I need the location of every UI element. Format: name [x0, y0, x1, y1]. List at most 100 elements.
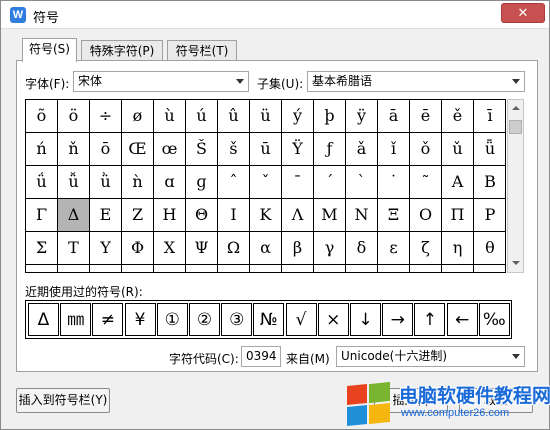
symbol-cell[interactable]: ǘ [26, 166, 58, 199]
symbol-cell[interactable] [186, 265, 218, 272]
symbol-cell[interactable]: ǔ [442, 133, 474, 166]
symbol-cell[interactable]: Ρ [474, 199, 505, 232]
recent-symbol-cell[interactable]: № [253, 303, 285, 336]
symbol-cell[interactable]: ǹ [122, 166, 154, 199]
symbol-cell[interactable]: Œ [122, 133, 154, 166]
recent-symbol-cell[interactable]: ③ [221, 303, 253, 336]
recent-symbol-cell[interactable]: ↑ [414, 303, 446, 336]
recent-symbol-cell[interactable]: ② [189, 303, 220, 336]
symbol-cell[interactable]: ƒ [314, 133, 346, 166]
symbol-cell[interactable]: ī [474, 100, 505, 133]
symbol-cell[interactable]: Σ [26, 232, 58, 265]
symbol-cell[interactable]: ň [58, 133, 90, 166]
symbol-cell[interactable]: Ι [218, 199, 250, 232]
font-dropdown[interactable]: 宋体 [73, 71, 249, 92]
symbol-cell[interactable] [122, 265, 154, 272]
symbol-cell[interactable] [154, 265, 186, 272]
symbol-cell[interactable]: ˉ [282, 166, 314, 199]
symbol-cell[interactable]: ÷ [90, 100, 122, 133]
symbol-cell[interactable]: ā [378, 100, 410, 133]
symbol-cell[interactable]: ˙ [378, 166, 410, 199]
symbol-cell[interactable]: Κ [250, 199, 282, 232]
recent-symbol-cell[interactable]: ≠ [92, 303, 124, 336]
symbol-cell[interactable]: Ο [410, 199, 442, 232]
recent-symbol-cell[interactable]: ← [446, 303, 478, 336]
symbol-cell[interactable]: θ [474, 232, 505, 265]
symbol-cell[interactable]: β [282, 232, 314, 265]
symbol-cell[interactable]: Η [154, 199, 186, 232]
symbol-cell[interactable] [250, 265, 282, 272]
symbol-cell[interactable]: Ν [346, 199, 378, 232]
subset-dropdown[interactable]: 基本希腊语 [307, 71, 525, 92]
symbol-cell[interactable]: ö [58, 100, 90, 133]
symbol-cell[interactable] [378, 265, 410, 272]
symbol-cell[interactable]: ˇ [250, 166, 282, 199]
symbol-cell[interactable]: γ [314, 232, 346, 265]
symbol-cell[interactable]: ē [410, 100, 442, 133]
symbol-cell[interactable]: Θ [186, 199, 218, 232]
symbol-cell[interactable]: Υ [90, 232, 122, 265]
symbol-cell[interactable]: Š [186, 133, 218, 166]
symbol-cell[interactable]: ō [90, 133, 122, 166]
symbol-cell[interactable]: Β [474, 166, 505, 199]
symbol-cell[interactable]: Γ [26, 199, 58, 232]
symbol-cell[interactable]: η [442, 232, 474, 265]
symbol-cell[interactable]: α [250, 232, 282, 265]
encoding-dropdown[interactable]: Unicode(十六进制) [336, 346, 525, 367]
symbol-cell[interactable]: ˋ [346, 166, 378, 199]
symbol-cell[interactable]: Χ [154, 232, 186, 265]
recent-symbol-cell[interactable]: ¥ [124, 303, 156, 336]
symbol-cell[interactable] [314, 265, 346, 272]
symbol-cell[interactable]: Ω [218, 232, 250, 265]
symbol-cell[interactable]: ˜ [410, 166, 442, 199]
char-code-input[interactable]: 0394 [241, 346, 281, 367]
symbol-cell[interactable]: þ [314, 100, 346, 133]
symbol-grid[interactable]: õ ö ÷ ø ù ú û ü ý þ ÿ ā ē ě ī ń ň ō Œœ Šš ū Ÿƒ ǎ ǐ ǒ ǔ ǖ ǘ ǚ ǜ ǹ ɑ ɡ ˆ ˇ ˉ ˊ… [25, 99, 506, 273]
symbol-cell[interactable]: Ξ [378, 199, 410, 232]
symbol-cell[interactable]: û [218, 100, 250, 133]
recent-symbol-cell[interactable]: ‰ [478, 303, 510, 336]
symbol-cell[interactable]: ÿ [346, 100, 378, 133]
symbol-cell[interactable]: ǖ [474, 133, 505, 166]
symbol-cell[interactable] [26, 265, 58, 272]
recent-symbol-cell[interactable]: × [317, 303, 349, 336]
symbol-cell[interactable]: ˆ [218, 166, 250, 199]
symbol-cell[interactable]: ζ [410, 232, 442, 265]
symbol-cell[interactable] [346, 265, 378, 272]
symbol-cell[interactable] [90, 265, 122, 272]
symbol-cell[interactable]: ü [250, 100, 282, 133]
scroll-down-icon[interactable] [508, 255, 523, 272]
recent-symbol-cell[interactable]: → [382, 303, 414, 336]
symbol-cell[interactable]: Π [442, 199, 474, 232]
symbol-cell[interactable]: ù [154, 100, 186, 133]
recent-symbol-cell[interactable]: Δ [28, 303, 59, 336]
symbol-cell[interactable]: Φ [122, 232, 154, 265]
symbol-cell[interactable]: ý [282, 100, 314, 133]
recent-symbol-cell[interactable]: ㎜ [60, 303, 92, 336]
symbol-cell[interactable]: š [218, 133, 250, 166]
symbol-cell[interactable]: Α [442, 166, 474, 199]
symbol-cell[interactable]: ˊ [314, 166, 346, 199]
symbol-cell[interactable]: õ [26, 100, 58, 133]
recent-symbol-cell[interactable]: ① [156, 303, 188, 336]
scroll-up-icon[interactable] [508, 100, 523, 117]
symbol-cell[interactable]: ǚ [58, 166, 90, 199]
scroll-thumb[interactable] [509, 120, 522, 134]
insert-to-bar-button[interactable]: 插入到符号栏(Y) [16, 388, 110, 413]
symbol-cell[interactable]: ǜ [90, 166, 122, 199]
symbol-cell[interactable]: ǐ [378, 133, 410, 166]
symbol-cell[interactable]: Ζ [122, 199, 154, 232]
symbol-cell[interactable]: Λ [282, 199, 314, 232]
symbol-cell[interactable] [58, 265, 90, 272]
symbol-cell[interactable]: œ [154, 133, 186, 166]
symbol-cell[interactable]: Ψ [186, 232, 218, 265]
symbol-cell[interactable] [442, 265, 474, 272]
symbol-cell[interactable]: Ε [90, 199, 122, 232]
symbol-cell[interactable]: ε [378, 232, 410, 265]
symbol-cell[interactable]: ū [250, 133, 282, 166]
recent-symbol-cell[interactable]: √ [285, 303, 317, 336]
symbol-cell[interactable]: δ [346, 232, 378, 265]
grid-scrollbar[interactable] [507, 99, 524, 273]
recent-symbol-cell[interactable]: ↓ [350, 303, 381, 336]
symbol-cell[interactable] [282, 265, 314, 272]
